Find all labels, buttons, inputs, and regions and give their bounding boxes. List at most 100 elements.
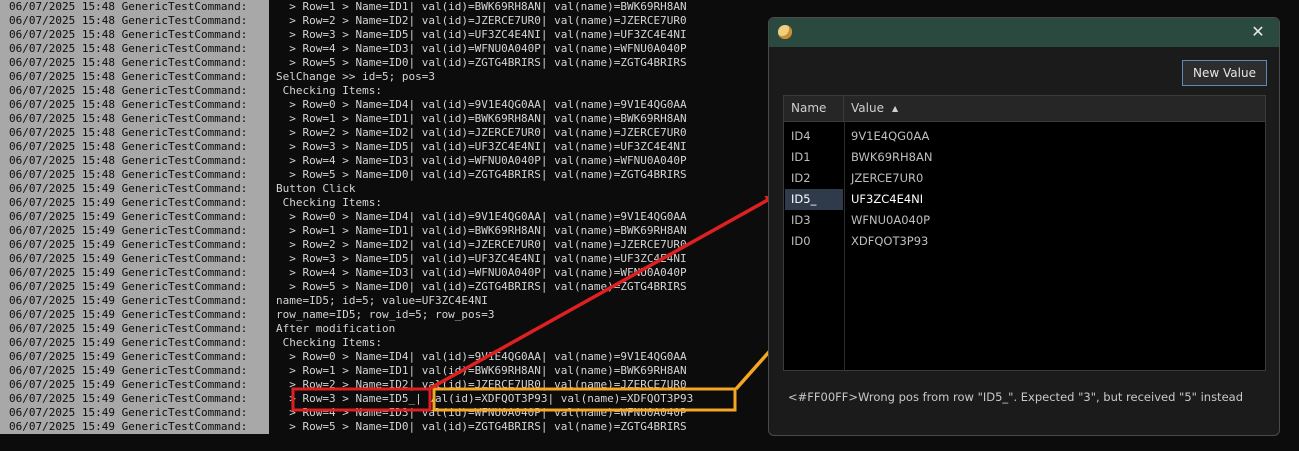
- console-line: 06/07/2025 15:48 GenericTestCommand: > R…: [0, 154, 760, 168]
- console-line-message: > Row=0 > Name=ID4| val(id)=9V1E4QG0AA| …: [276, 350, 687, 363]
- list-item[interactable]: ID5_ UF3ZC4E4NI: [784, 189, 1265, 210]
- console-line: 06/07/2025 15:48 GenericTestCommand: SelC…: [0, 70, 760, 84]
- console-line: 06/07/2025 15:48 GenericTestCommand: > R…: [0, 112, 760, 126]
- console-line-prefix: 06/07/2025 15:49 GenericTestCommand:: [0, 196, 269, 210]
- console-line: 06/07/2025 15:49 GenericTestCommand: > R…: [0, 364, 760, 378]
- console-line-message: > Row=1 > Name=ID1| val(id)=BWK69RH8AN| …: [276, 112, 687, 125]
- console-line: 06/07/2025 15:49 GenericTestCommand: name…: [0, 294, 760, 308]
- status-message: <#FF00FF>Wrong pos from row "ID5_". Expe…: [788, 390, 1243, 404]
- list-item-name: ID1: [791, 150, 811, 164]
- console-line: 06/07/2025 15:48 GenericTestCommand: > R…: [0, 0, 760, 14]
- console-line: 06/07/2025 15:49 GenericTestCommand: Che…: [0, 336, 760, 350]
- list-item-name: ID4: [791, 129, 811, 143]
- console-line: 06/07/2025 15:48 GenericTestCommand: Che…: [0, 84, 760, 98]
- console-line: 06/07/2025 15:48 GenericTestCommand: > R…: [0, 98, 760, 112]
- list-item[interactable]: ID1 BWK69RH8AN: [784, 147, 1265, 168]
- console-line: 06/07/2025 15:49 GenericTestCommand: > R…: [0, 210, 760, 224]
- dialog-titlebar[interactable]: ✕: [769, 18, 1279, 47]
- console-line-message: Checking Items:: [276, 336, 382, 349]
- list-item-value: JZERCE7UR0: [851, 171, 924, 185]
- console-line-prefix: 06/07/2025 15:48 GenericTestCommand:: [0, 42, 269, 56]
- console-line: 06/07/2025 15:48 GenericTestCommand: > R…: [0, 126, 760, 140]
- console-line-prefix: 06/07/2025 15:49 GenericTestCommand:: [0, 392, 269, 406]
- console-line-prefix: 06/07/2025 15:49 GenericTestCommand:: [0, 210, 269, 224]
- console-line-message: > Row=5 > Name=ID0| val(id)=ZGTG4BRIRS| …: [276, 280, 687, 293]
- console-line: 06/07/2025 15:48 GenericTestCommand: > R…: [0, 168, 760, 182]
- console-line-prefix: 06/07/2025 15:49 GenericTestCommand:: [0, 280, 269, 294]
- console-line: 06/07/2025 15:49 GenericTestCommand: row_…: [0, 308, 760, 322]
- console-line-prefix: 06/07/2025 15:48 GenericTestCommand:: [0, 56, 269, 70]
- list-item[interactable]: ID2 JZERCE7UR0: [784, 168, 1265, 189]
- console-line-prefix: 06/07/2025 15:48 GenericTestCommand:: [0, 14, 269, 28]
- console-line-prefix: 06/07/2025 15:49 GenericTestCommand:: [0, 336, 269, 350]
- console-line: 06/07/2025 15:49 GenericTestCommand: > R…: [0, 238, 760, 252]
- console-line-prefix: 06/07/2025 15:49 GenericTestCommand:: [0, 182, 269, 196]
- list-item-name: ID0: [791, 234, 811, 248]
- console-line-prefix: 06/07/2025 15:49 GenericTestCommand:: [0, 350, 269, 364]
- console-line-message: > Row=2 > Name=ID2| val(id)=JZERCE7UR0| …: [276, 238, 687, 251]
- console-line-prefix: 06/07/2025 15:49 GenericTestCommand:: [0, 252, 269, 266]
- console-line-prefix: 06/07/2025 15:49 GenericTestCommand:: [0, 378, 269, 392]
- console-line: 06/07/2025 15:49 GenericTestCommand: > R…: [0, 378, 760, 392]
- console-line-message: > Row=1 > Name=ID1| val(id)=BWK69RH8AN| …: [276, 364, 687, 377]
- column-header-name-label: Name: [791, 101, 827, 115]
- close-icon[interactable]: ✕: [1249, 23, 1267, 41]
- console-line-message: > Row=2 > Name=ID2| val(id)=JZERCE7UR0| …: [276, 378, 687, 391]
- console-line-message: name=ID5; id=5; value=UF3ZC4E4NI: [276, 294, 488, 307]
- console-footer: [0, 440, 1299, 451]
- console-line-message: > Row=1 > Name=ID1| val(id)=BWK69RH8AN| …: [276, 0, 687, 13]
- new-value-button[interactable]: New Value: [1182, 60, 1267, 86]
- console-line: 06/07/2025 15:48 GenericTestCommand: > R…: [0, 42, 760, 56]
- column-header-value[interactable]: Value ▲: [844, 96, 1264, 121]
- console-line: 06/07/2025 15:49 GenericTestCommand: Afte…: [0, 322, 760, 336]
- list-item-value: WFNU0A040P: [851, 213, 931, 227]
- console-line-message: row_name=ID5; row_id=5; row_pos=3: [276, 308, 495, 321]
- console-line-message: > Row=3 > Name=ID5| val(id)=UF3ZC4E4NI| …: [276, 252, 687, 265]
- console-line-prefix: 06/07/2025 15:48 GenericTestCommand:: [0, 168, 269, 182]
- console-line-prefix: 06/07/2025 15:49 GenericTestCommand:: [0, 420, 269, 434]
- console-line-prefix: 06/07/2025 15:48 GenericTestCommand:: [0, 154, 269, 168]
- list-item-name: ID3: [791, 213, 811, 227]
- console-line-message: > Row=4 > Name=ID3| val(id)=WFNU0A040P| …: [276, 406, 687, 419]
- console-line-message: > Row=2 > Name=ID2| val(id)=JZERCE7UR0| …: [276, 14, 687, 27]
- list-item-value: XDFQOT3P93: [851, 234, 929, 248]
- console-line-message: > Row=4 > Name=ID3| val(id)=WFNU0A040P| …: [276, 42, 687, 55]
- console-line-message: After modification: [276, 322, 396, 335]
- column-header-name[interactable]: Name: [784, 96, 844, 121]
- console-line-prefix: 06/07/2025 15:49 GenericTestCommand:: [0, 294, 269, 308]
- app-icon: [778, 25, 792, 39]
- sort-ascending-icon: ▲: [891, 104, 899, 113]
- console-line: 06/07/2025 15:49 GenericTestCommand: Che…: [0, 196, 760, 210]
- console-line: 06/07/2025 15:48 GenericTestCommand: > R…: [0, 28, 760, 42]
- console-line-message: > Row=5 > Name=ID0| val(id)=ZGTG4BRIRS| …: [276, 420, 687, 433]
- values-list[interactable]: Name Value ▲ ID4 9V1E4QG0AA ID1 BWK69RH8AN ID…: [783, 95, 1266, 371]
- list-item[interactable]: ID0 XDFQOT3P93: [784, 231, 1265, 252]
- console-line-prefix: 06/07/2025 15:49 GenericTestCommand:: [0, 266, 269, 280]
- console-line: 06/07/2025 15:49 GenericTestCommand: > R…: [0, 224, 760, 238]
- console-line-prefix: 06/07/2025 15:48 GenericTestCommand:: [0, 112, 269, 126]
- console-line: 06/07/2025 15:49 GenericTestCommand: > R…: [0, 280, 760, 294]
- column-header-value-label: Value: [851, 101, 884, 115]
- console-line-message: Checking Items:: [276, 84, 382, 97]
- console-line-message: > Row=3 > Name=ID5| val(id)=UF3ZC4E4NI| …: [276, 140, 687, 153]
- console-line-prefix: 06/07/2025 15:48 GenericTestCommand:: [0, 98, 269, 112]
- console-line-prefix: 06/07/2025 15:48 GenericTestCommand:: [0, 126, 269, 140]
- list-item-value: UF3ZC4E4NI: [851, 192, 924, 206]
- console-line-message: > Row=3 > Name=ID5_| val(id)=XDFQOT3P93|…: [276, 392, 694, 405]
- console-line: 06/07/2025 15:48 GenericTestCommand: > R…: [0, 140, 760, 154]
- console-line: 06/07/2025 15:48 GenericTestCommand: > R…: [0, 14, 760, 28]
- console-line-message: SelChange >> id=5; pos=3: [276, 70, 435, 83]
- console-line-prefix: 06/07/2025 15:48 GenericTestCommand:: [0, 28, 269, 42]
- console-line-message: > Row=2 > Name=ID2| val(id)=JZERCE7UR0| …: [276, 126, 687, 139]
- list-item-name: ID2: [791, 171, 811, 185]
- console-line-message: > Row=4 > Name=ID3| val(id)=WFNU0A040P| …: [276, 266, 687, 279]
- console-line: 06/07/2025 15:49 GenericTestCommand: > R…: [0, 392, 760, 406]
- console-line-prefix: 06/07/2025 15:49 GenericTestCommand:: [0, 364, 269, 378]
- list-item[interactable]: ID4 9V1E4QG0AA: [784, 126, 1265, 147]
- list-item[interactable]: ID3 WFNU0A040P: [784, 210, 1265, 231]
- console-line-message: Checking Items:: [276, 196, 382, 209]
- console-line-message: Button Click: [276, 182, 356, 195]
- console-line-message: > Row=5 > Name=ID0| val(id)=ZGTG4BRIRS| …: [276, 168, 687, 181]
- new-value-dialog: ✕ New Value Name Value ▲ ID4 9V1E4QG0AA ID1…: [768, 17, 1280, 436]
- console-line-prefix: 06/07/2025 15:48 GenericTestCommand:: [0, 0, 269, 14]
